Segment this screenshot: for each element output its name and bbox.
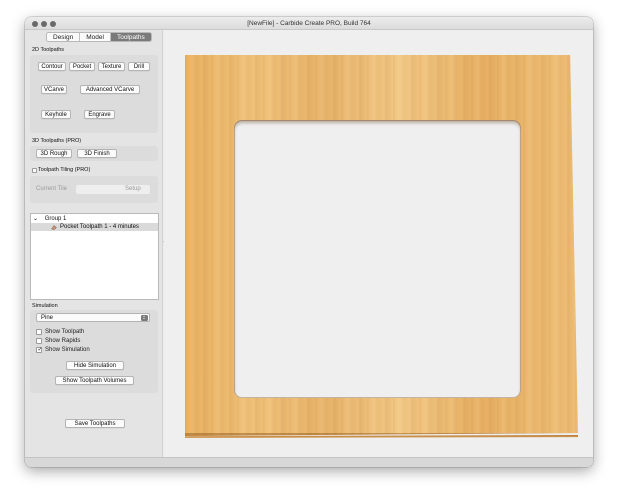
show-simulation-checkbox[interactable] — [36, 346, 43, 353]
engrave-button[interactable]: Engrave — [84, 110, 115, 119]
show-rapids-checkbox[interactable] — [36, 338, 42, 344]
list-item[interactable]: Pocket Toolpath 1 - 4 minutes — [31, 223, 158, 231]
tile-setup-button: Setup — [125, 186, 141, 192]
tab-design[interactable]: Design — [47, 33, 81, 41]
drill-button[interactable]: Drill — [128, 62, 150, 71]
toolpath-tiling-checkbox[interactable] — [32, 168, 37, 173]
toolpath-list[interactable]: ⌄ Group 1 Pocket Toolpath 1 - 4 minutes — [30, 213, 159, 300]
hide-simulation-button[interactable]: Hide Simulation — [66, 361, 124, 370]
simulation-viewport[interactable] — [164, 30, 593, 457]
material-select[interactable]: Pine — [36, 313, 150, 322]
3d-rough-button[interactable]: 3D Rough — [36, 149, 72, 158]
keyhole-button[interactable]: Keyhole — [41, 110, 71, 119]
show-simulation-label: Show Simulation — [45, 346, 90, 353]
advanced-vcarve-button[interactable]: Advanced VCarve — [80, 85, 140, 94]
updown-arrow-icon — [141, 315, 148, 321]
vcarve-button[interactable]: VCarve — [41, 85, 67, 94]
window-title: [NewFile] - Carbide Create PRO, Build 76… — [247, 19, 371, 27]
group-3d-toolpaths: 3D Rough 3D Finish — [30, 146, 158, 161]
section-label-simulation: Simulation — [32, 303, 58, 309]
toolpath-icon — [51, 224, 57, 230]
pocket-button[interactable]: Pocket — [69, 62, 95, 71]
group-name: Group 1 — [44, 216, 67, 222]
material-value: Pine — [41, 314, 54, 321]
texture-button[interactable]: Texture — [98, 62, 125, 71]
section-label-2d-toolpaths: 2D Toolpaths — [32, 47, 65, 53]
contour-button[interactable]: Contour — [38, 62, 66, 71]
save-toolpaths-button[interactable]: Save Toolpaths — [65, 419, 125, 428]
tree-group-row[interactable]: ⌄ Group 1 — [33, 215, 66, 222]
tab-model[interactable]: Model — [80, 33, 111, 41]
app-window: [NewFile] - Carbide Create PRO, Build 76… — [25, 17, 593, 467]
mode-tabs: Design Model Toolpaths — [46, 32, 152, 42]
toolpaths-sidebar: Design Model Toolpaths 2D Toolpaths Cont… — [25, 30, 163, 457]
group-2d-toolpaths: Contour Pocket Texture Drill VCarve Adva… — [30, 55, 158, 133]
toolpath-tiling-label: Toolpath Tiling (PRO) — [38, 167, 91, 173]
show-toolpath-label: Show Toolpath — [45, 328, 85, 335]
section-label-3d-toolpaths: 3D Toolpaths (PRO) — [32, 138, 82, 144]
show-toolpath-checkbox[interactable] — [36, 329, 42, 335]
toolpath-name: Pocket Toolpath 1 - 4 minutes — [60, 223, 139, 230]
status-bar — [25, 457, 593, 467]
chevron-down-icon[interactable]: ⌄ — [33, 216, 38, 222]
current-tile-label: Current Tile — [36, 186, 68, 192]
show-rapids-label: Show Rapids — [45, 337, 81, 344]
3d-finish-button[interactable]: 3D Finish — [77, 149, 117, 158]
tab-toolpaths[interactable]: Toolpaths — [110, 33, 151, 41]
title-bar[interactable]: [NewFile] - Carbide Create PRO, Build 76… — [25, 17, 593, 30]
show-toolpath-volumes-button[interactable]: Show Toolpath Volumes — [55, 376, 134, 385]
pocket-cut — [234, 120, 521, 398]
group-toolpath-tiling: Current Tile Setup — [30, 176, 158, 203]
